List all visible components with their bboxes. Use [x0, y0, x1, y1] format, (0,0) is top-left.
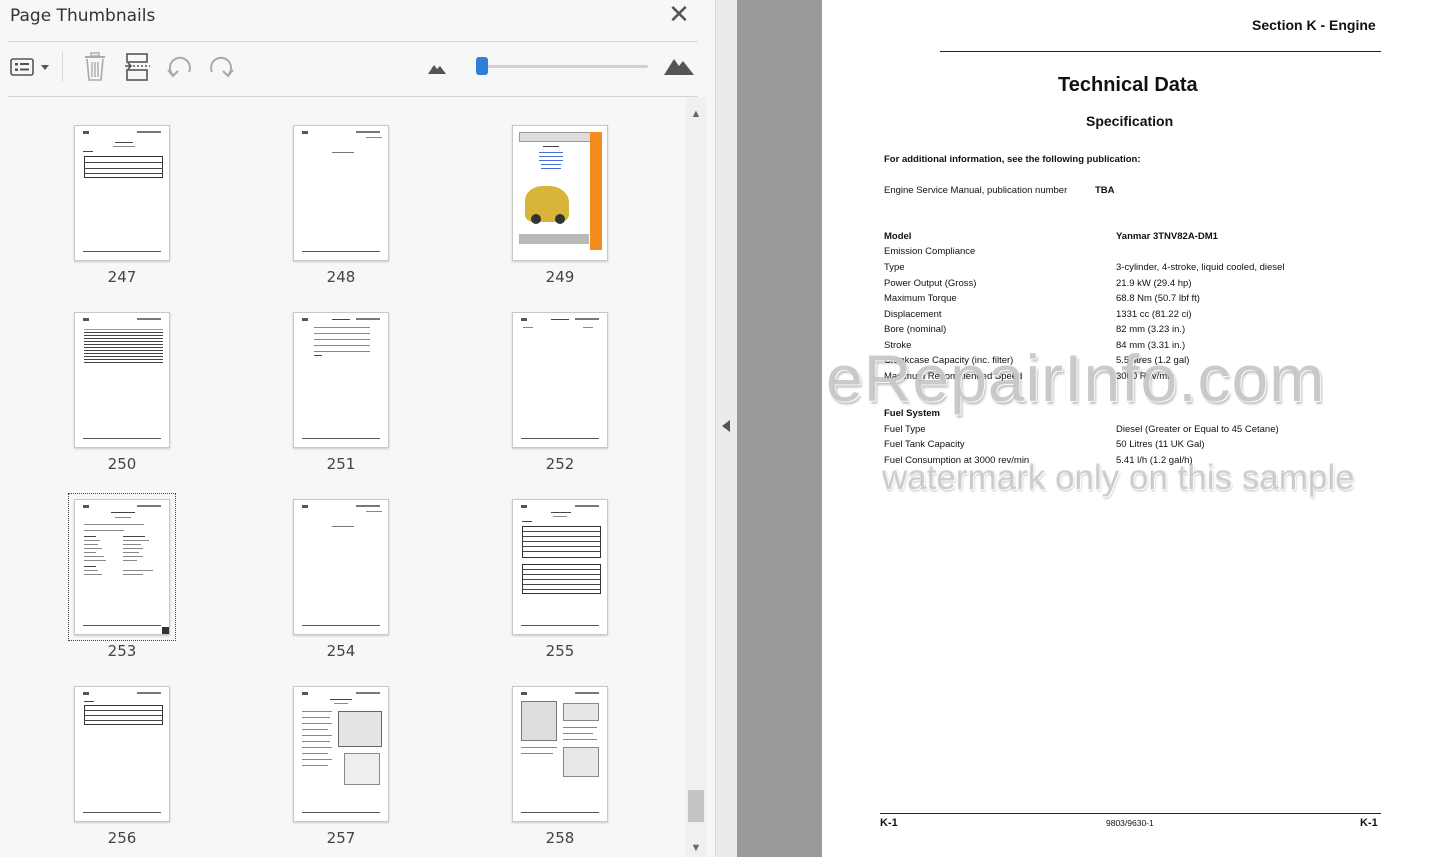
collapse-panel-icon[interactable] [722, 420, 730, 432]
rotate-clockwise-button[interactable] [206, 50, 236, 84]
page-thumbnail[interactable] [74, 125, 170, 261]
watermark-note: watermark only on this sample [882, 458, 1355, 497]
section-heading: Section K - Engine [1252, 17, 1376, 33]
page-thumbnail[interactable] [74, 312, 170, 448]
spec-value: 3-cylinder, 4-stroke, liquid cooled, die… [1116, 262, 1285, 273]
spec-label: Emission Compliance [884, 246, 976, 257]
scroll-down-icon[interactable]: ▼ [686, 838, 706, 858]
page-title: Technical Data [1058, 74, 1198, 96]
page-thumbnail[interactable] [293, 125, 389, 261]
spec-label: Bore (nominal) [884, 324, 947, 335]
toolbar-separator [62, 52, 63, 82]
page-number: 249 [545, 268, 575, 286]
spec-label: Type [884, 262, 905, 273]
spec-value: 82 mm (3.23 in.) [1116, 324, 1186, 335]
page-thumbnail[interactable] [512, 686, 608, 822]
spec-label: Model [884, 231, 912, 242]
page-number: 251 [326, 455, 356, 473]
spec-label: Power Output (Gross) [884, 278, 977, 289]
manual-value: TBA [1095, 185, 1115, 196]
page-thumbnail[interactable] [74, 686, 170, 822]
page-number: 250 [107, 455, 137, 473]
toolbar-divider [8, 96, 698, 97]
spec-label: Fuel Tank Capacity [884, 439, 965, 450]
slider-handle[interactable] [476, 57, 489, 75]
spec-label: Displacement [884, 309, 942, 320]
rotate-counterclockwise-icon [167, 56, 191, 78]
additional-info-text: For additional information, see the foll… [884, 154, 1141, 165]
page-number: 253 [107, 642, 137, 660]
mountain-large-icon [664, 59, 694, 75]
page-thumbnail[interactable] [512, 499, 608, 635]
delete-pages-button[interactable] [80, 50, 110, 84]
zoom-out-button[interactable] [426, 50, 448, 84]
spec-label: Maximum Torque [884, 293, 957, 304]
rotate-counterclockwise-button[interactable] [165, 50, 195, 84]
insert-pages-icon [125, 53, 150, 81]
page-number: 248 [326, 268, 356, 286]
page-thumbnail[interactable] [512, 125, 608, 261]
title-divider [8, 41, 698, 42]
spec-value: Yanmar 3TNV82A-DM1 [1116, 231, 1218, 242]
scrollbar-thumb[interactable] [688, 790, 704, 822]
page-number: 258 [545, 829, 575, 847]
page-number: 247 [107, 268, 137, 286]
page-thumbnail[interactable] [293, 686, 389, 822]
page-number: 256 [107, 829, 137, 847]
page-number: 252 [545, 455, 575, 473]
panel-splitter[interactable] [715, 0, 737, 857]
spec-value: Diesel (Greater or Equal to 45 Cetane) [1116, 424, 1279, 435]
panel-title: Page Thumbnails [10, 6, 156, 26]
scroll-up-icon[interactable]: ▲ [686, 104, 706, 124]
watermark-logo: eRepairInfo.com [826, 341, 1326, 415]
document-page: Section K - Engine Technical Data Specif… [822, 0, 1437, 857]
page-thumbnails-panel: Page Thumbnails ✕ 247 248 249 250 251 25… [0, 0, 715, 857]
page-thumbnail[interactable] [293, 312, 389, 448]
spec-value: 1331 cc (81.22 ci) [1116, 309, 1192, 320]
mountain-small-icon [428, 65, 446, 74]
close-icon[interactable]: ✕ [666, 1, 692, 28]
thumbnail-size-slider[interactable] [476, 65, 648, 68]
header-rule [940, 51, 1381, 52]
page-thumbnail-selected[interactable] [68, 493, 176, 641]
page-number: 257 [326, 829, 356, 847]
page-thumbnail[interactable] [293, 499, 389, 635]
footer-rule [880, 813, 1381, 814]
footer-page-left: K-1 [880, 817, 898, 829]
page-thumbnail[interactable] [512, 312, 608, 448]
spec-value: 50 Litres (11 UK Gal) [1116, 439, 1205, 450]
spec-value: 21.9 kW (29.4 hp) [1116, 278, 1192, 289]
insert-pages-button[interactable] [122, 50, 154, 84]
footer-page-right: K-1 [1360, 817, 1378, 829]
spec-value: 68.8 Nm (50.7 lbf ft) [1116, 293, 1200, 304]
thumbnail-grid: 247 248 249 250 251 252 253 254 255 256 … [0, 98, 686, 857]
options-menu-button[interactable] [8, 50, 54, 84]
trash-icon [85, 52, 105, 81]
page-number: 254 [326, 642, 356, 660]
zoom-in-button[interactable] [662, 50, 696, 84]
footer-publication: 9803/9630-1 [1106, 818, 1154, 828]
page-subtitle: Specification [1086, 113, 1174, 129]
manual-label: Engine Service Manual, publication numbe… [884, 185, 1068, 196]
rotate-clockwise-icon [210, 56, 234, 78]
spec-label: Fuel Type [884, 424, 926, 435]
list-options-icon [10, 58, 49, 76]
thumbnails-scrollbar[interactable]: ▲ ▼ [686, 98, 706, 857]
page-number: 255 [545, 642, 575, 660]
